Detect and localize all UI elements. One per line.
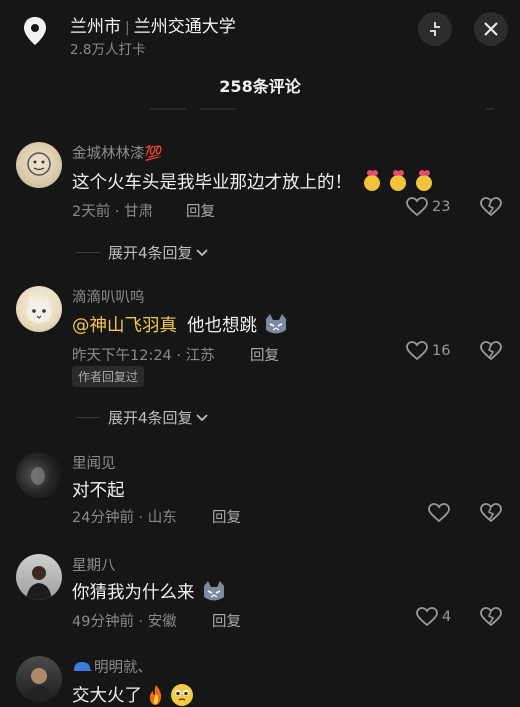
mention-link[interactable]: @神山飞羽真 xyxy=(72,312,177,337)
scrolled-content-edge xyxy=(200,100,236,110)
expand-replies-button[interactable]: 展开4条回复 xyxy=(76,407,209,428)
username[interactable]: 滴滴叭叭呜 xyxy=(72,286,145,307)
avatar-drawing xyxy=(26,566,52,600)
location-title[interactable]: 兰州市 | 兰州交通大学 xyxy=(70,12,236,37)
like-count: 4 xyxy=(442,609,452,625)
reply-button[interactable]: 回复 xyxy=(250,344,279,365)
comment-body: 这个火车头是我毕业那边才放上的！ xyxy=(72,172,352,193)
heart-outline-icon xyxy=(428,503,450,523)
comment-body: 对不起 xyxy=(72,481,125,501)
cat-emoji xyxy=(263,313,289,337)
divider-line xyxy=(76,252,100,253)
like-button[interactable] xyxy=(428,503,450,523)
close-icon xyxy=(484,22,498,36)
dislike-button[interactable] xyxy=(480,503,502,527)
avatar[interactable] xyxy=(16,554,62,600)
username[interactable]: 星期八 xyxy=(72,554,116,575)
like-button[interactable]: 4 xyxy=(416,607,451,627)
avatar-drawing xyxy=(24,668,54,702)
author-replied-badge: 作者回复过 xyxy=(72,366,145,387)
comment-text: 这个火车头是我毕业那边才放上的！ xyxy=(72,168,438,194)
comment-text: 交大火了 xyxy=(72,682,194,707)
minimize-icon xyxy=(430,22,440,36)
comment-body: 交大火了 xyxy=(72,686,142,706)
broken-heart-icon xyxy=(480,341,502,361)
broken-heart-icon xyxy=(480,503,502,523)
city-name: 兰州市 xyxy=(70,17,121,37)
expand-replies-button[interactable]: 展开4条回复 xyxy=(76,242,209,263)
like-button[interactable]: 23 xyxy=(406,197,450,217)
avatar-drawing xyxy=(27,152,51,176)
location-header: 兰州市 | 兰州交通大学 2.8万人打卡 xyxy=(0,0,520,62)
broken-heart-icon xyxy=(480,607,502,627)
chevron-down-icon xyxy=(195,413,208,421)
comment-text: 你猜我为什么来 xyxy=(72,579,227,604)
heart-outline-icon xyxy=(416,607,438,627)
cat-emoji xyxy=(201,580,227,604)
expand-replies-label: 展开4条回复 xyxy=(108,244,193,262)
dislike-button[interactable] xyxy=(480,341,502,365)
comment-time-location: 2天前 · 甘肃 xyxy=(72,204,154,220)
username[interactable]: 里闻见 xyxy=(72,452,116,473)
expand-replies-label: 展开4条回复 xyxy=(108,409,193,427)
comment-time-location: 24分钟前 · 山东 xyxy=(72,510,177,526)
comment-text: 对不起 xyxy=(72,477,125,502)
dislike-button[interactable] xyxy=(480,197,502,221)
username-row[interactable]: 明明就、 xyxy=(72,656,152,677)
reply-button[interactable]: 回复 xyxy=(212,506,241,527)
checkin-count: 2.8万人打卡 xyxy=(70,42,146,58)
heart-outline-icon xyxy=(406,341,428,361)
comment-body: 他也想跳 xyxy=(187,316,257,336)
teary-face-emoji xyxy=(170,683,194,707)
location-pin-icon xyxy=(18,14,52,48)
title-divider: | xyxy=(125,20,130,36)
place-name: 兰州交通大学 xyxy=(133,17,236,37)
avatar[interactable] xyxy=(16,452,62,498)
scrolled-content-edge xyxy=(486,100,494,110)
comment-text: @神山飞羽真 他也想跳 xyxy=(72,312,289,337)
avatar[interactable] xyxy=(16,286,62,332)
comment-body: 你猜我为什么来 xyxy=(72,583,195,603)
comment-count-title: 258条评论 xyxy=(219,77,301,96)
avatar[interactable] xyxy=(16,142,62,188)
reply-button[interactable]: 回复 xyxy=(212,610,241,631)
clap-emoji xyxy=(360,168,438,194)
chevron-down-icon xyxy=(195,248,208,256)
comment-time-location: 49分钟前 · 安徽 xyxy=(72,614,177,630)
scrolled-content-edge xyxy=(150,100,186,110)
heart-outline-icon xyxy=(406,197,428,217)
avatar-drawing xyxy=(31,467,45,485)
avatar[interactable] xyxy=(16,656,62,702)
close-button[interactable] xyxy=(474,12,508,46)
divider-line xyxy=(76,417,100,418)
comment-time-location: 昨天下午12:24 · 江苏 xyxy=(72,348,215,364)
like-button[interactable]: 16 xyxy=(406,341,450,361)
username: 明明就、 xyxy=(94,660,152,676)
reply-button[interactable]: 回复 xyxy=(186,200,215,221)
dislike-button[interactable] xyxy=(480,607,502,631)
broken-heart-icon xyxy=(480,197,502,217)
minimize-button[interactable] xyxy=(418,12,452,46)
cap-emoji-icon xyxy=(74,661,92,671)
like-count: 23 xyxy=(432,199,451,215)
like-count: 16 xyxy=(432,343,451,359)
avatar-drawing xyxy=(26,296,52,323)
username[interactable]: 金城林林漆💯 xyxy=(72,142,163,163)
fire-emoji xyxy=(146,684,166,706)
